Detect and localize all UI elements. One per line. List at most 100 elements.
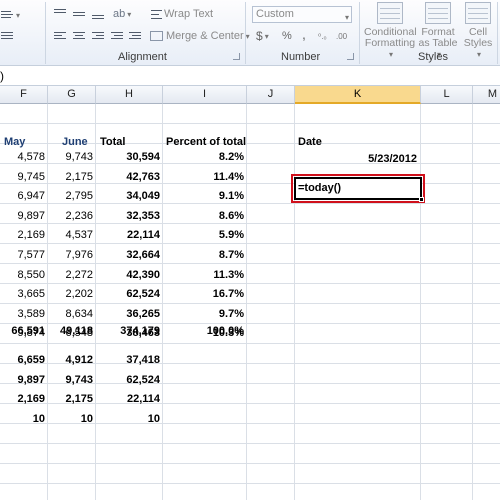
- increase-decimal-button[interactable]: ⁰.₀: [318, 27, 327, 45]
- cell-may[interactable]: 8,550: [0, 266, 45, 285]
- cell-may[interactable]: 6,947: [0, 187, 45, 206]
- cell-styles-button[interactable]: Cell Styles ▾: [460, 2, 496, 60]
- column-header-i[interactable]: I: [163, 86, 247, 104]
- stat-cell-may[interactable]: 6,659: [0, 351, 45, 370]
- cell-percent[interactable]: 16.7%: [163, 285, 244, 304]
- cell-june[interactable]: 2,272: [48, 266, 93, 285]
- column-header-k[interactable]: K: [295, 86, 421, 104]
- align-center-button[interactable]: [72, 27, 86, 45]
- chevron-down-icon: ▾: [127, 9, 132, 19]
- align-top-icon: [53, 8, 67, 20]
- cell-june[interactable]: 7,976: [48, 246, 93, 265]
- active-cell[interactable]: =today(): [294, 177, 424, 202]
- cell-may[interactable]: 9,897: [0, 207, 45, 226]
- alignment-dialog-launcher-icon[interactable]: [233, 53, 240, 60]
- cell-total[interactable]: 62,524: [96, 285, 160, 304]
- align-center-icon: [72, 30, 86, 42]
- active-cell-formula: =today(): [298, 182, 342, 194]
- cell-may[interactable]: 7,577: [0, 246, 45, 265]
- cell-june[interactable]: 2,175: [48, 168, 93, 187]
- number-format-select[interactable]: Custom ▾: [252, 6, 352, 23]
- cell-percent[interactable]: 11.3%: [163, 266, 244, 285]
- conditional-formatting-label-line2: Formatting ▾: [364, 38, 416, 60]
- number-group-label: Number: [281, 51, 321, 63]
- total-total[interactable]: 374,179: [96, 322, 160, 341]
- cell-may[interactable]: 3,665: [0, 285, 45, 304]
- align-bottom-icon: [91, 8, 105, 20]
- cell-total[interactable]: 42,763: [96, 168, 160, 187]
- column-header-g[interactable]: G: [48, 86, 96, 104]
- decrease-decimal-button[interactable]: .00: [336, 27, 347, 45]
- align-bottom-button[interactable]: [91, 5, 105, 23]
- number-dialog-launcher-icon[interactable]: [347, 53, 354, 60]
- stat-cell-total[interactable]: 62,524: [96, 371, 160, 390]
- formula-bar-text: ): [0, 69, 4, 83]
- total-june[interactable]: 49,118: [48, 322, 93, 341]
- cell-may[interactable]: 4,578: [0, 148, 45, 167]
- cell-june[interactable]: 2,795: [48, 187, 93, 206]
- comma-style-button[interactable]: ,: [302, 25, 306, 43]
- cell-total[interactable]: 32,353: [96, 207, 160, 226]
- cell-percent[interactable]: 8.2%: [163, 148, 244, 167]
- fill-handle[interactable]: [419, 197, 424, 202]
- align-middle-button[interactable]: [72, 5, 86, 23]
- cell-june[interactable]: 2,202: [48, 285, 93, 304]
- stat-cell-may[interactable]: 2,169: [0, 390, 45, 409]
- date-value[interactable]: 5/23/2012: [295, 150, 417, 169]
- merge-center-button[interactable]: Merge & Center ▾: [150, 27, 250, 45]
- increase-indent-button[interactable]: [128, 27, 142, 45]
- cell-june[interactable]: 9,743: [48, 148, 93, 167]
- cell-styles-icon: [465, 2, 491, 24]
- cell-percent[interactable]: 8.6%: [163, 207, 244, 226]
- stat-cell-may[interactable]: 9,897: [0, 371, 45, 390]
- cell-styles-label-line2: Styles ▾: [460, 38, 496, 60]
- column-header-f[interactable]: F: [0, 86, 48, 104]
- cell-percent[interactable]: 8.7%: [163, 246, 244, 265]
- percent-button[interactable]: %: [282, 27, 292, 45]
- stat-cell-june[interactable]: 4,912: [48, 351, 93, 370]
- stat-cell-june[interactable]: 9,743: [48, 371, 93, 390]
- cell-percent[interactable]: 11.4%: [163, 168, 244, 187]
- merge-center-label: Merge & Center: [166, 30, 244, 42]
- cell-styles-label-line2-text: Styles: [463, 37, 493, 49]
- column-header-l[interactable]: L: [421, 86, 473, 104]
- cell-total[interactable]: 30,594: [96, 148, 160, 167]
- column-header-m[interactable]: M: [473, 86, 500, 104]
- wrap-text-button[interactable]: Wrap Text: [150, 5, 213, 23]
- cell-percent[interactable]: 9.1%: [163, 187, 244, 206]
- align-right-icon: [91, 30, 105, 42]
- align-top-button[interactable]: [53, 5, 67, 23]
- stat-cell-june[interactable]: 2,175: [48, 390, 93, 409]
- decrease-indent-button[interactable]: [110, 27, 124, 45]
- cell-total[interactable]: 42,390: [96, 266, 160, 285]
- align-right-button[interactable]: [91, 27, 105, 45]
- column-header-h[interactable]: H: [96, 86, 163, 104]
- stat-cell-june[interactable]: 10: [48, 410, 93, 429]
- cell-may[interactable]: 9,745: [0, 168, 45, 187]
- stat-cell-total[interactable]: 10: [96, 410, 160, 429]
- cell-total[interactable]: 32,664: [96, 246, 160, 265]
- align-left-button[interactable]: [53, 27, 67, 45]
- total-percent[interactable]: 100.0%: [163, 322, 244, 341]
- total-may[interactable]: 66,591: [0, 322, 45, 341]
- currency-button[interactable]: $ ▾: [256, 27, 269, 45]
- cell-total[interactable]: 34,049: [96, 187, 160, 206]
- separator: [245, 2, 246, 64]
- indent-icon[interactable]: ▾: [0, 6, 20, 24]
- formula-bar[interactable]: ): [0, 66, 500, 86]
- format-as-table-icon: [425, 2, 451, 24]
- orientation-icon: ab: [113, 8, 126, 20]
- column-header-j[interactable]: J: [247, 86, 295, 104]
- cell-june[interactable]: 2,236: [48, 207, 93, 226]
- cell-total[interactable]: 22,114: [96, 226, 160, 245]
- stat-cell-may[interactable]: 10: [0, 410, 45, 429]
- cell-june[interactable]: 4,537: [48, 226, 93, 245]
- stat-cell-total[interactable]: 37,418: [96, 351, 160, 370]
- orientation-button[interactable]: ab ▾: [113, 5, 131, 23]
- stat-cell-total[interactable]: 22,114: [96, 390, 160, 409]
- cell-may[interactable]: 2,169: [0, 226, 45, 245]
- increase-decimal-icon: ⁰.₀: [318, 31, 327, 41]
- conditional-formatting-button[interactable]: Conditional Formatting ▾: [364, 2, 417, 60]
- outdent-partial-icon[interactable]: [0, 27, 14, 45]
- cell-percent[interactable]: 5.9%: [163, 226, 244, 245]
